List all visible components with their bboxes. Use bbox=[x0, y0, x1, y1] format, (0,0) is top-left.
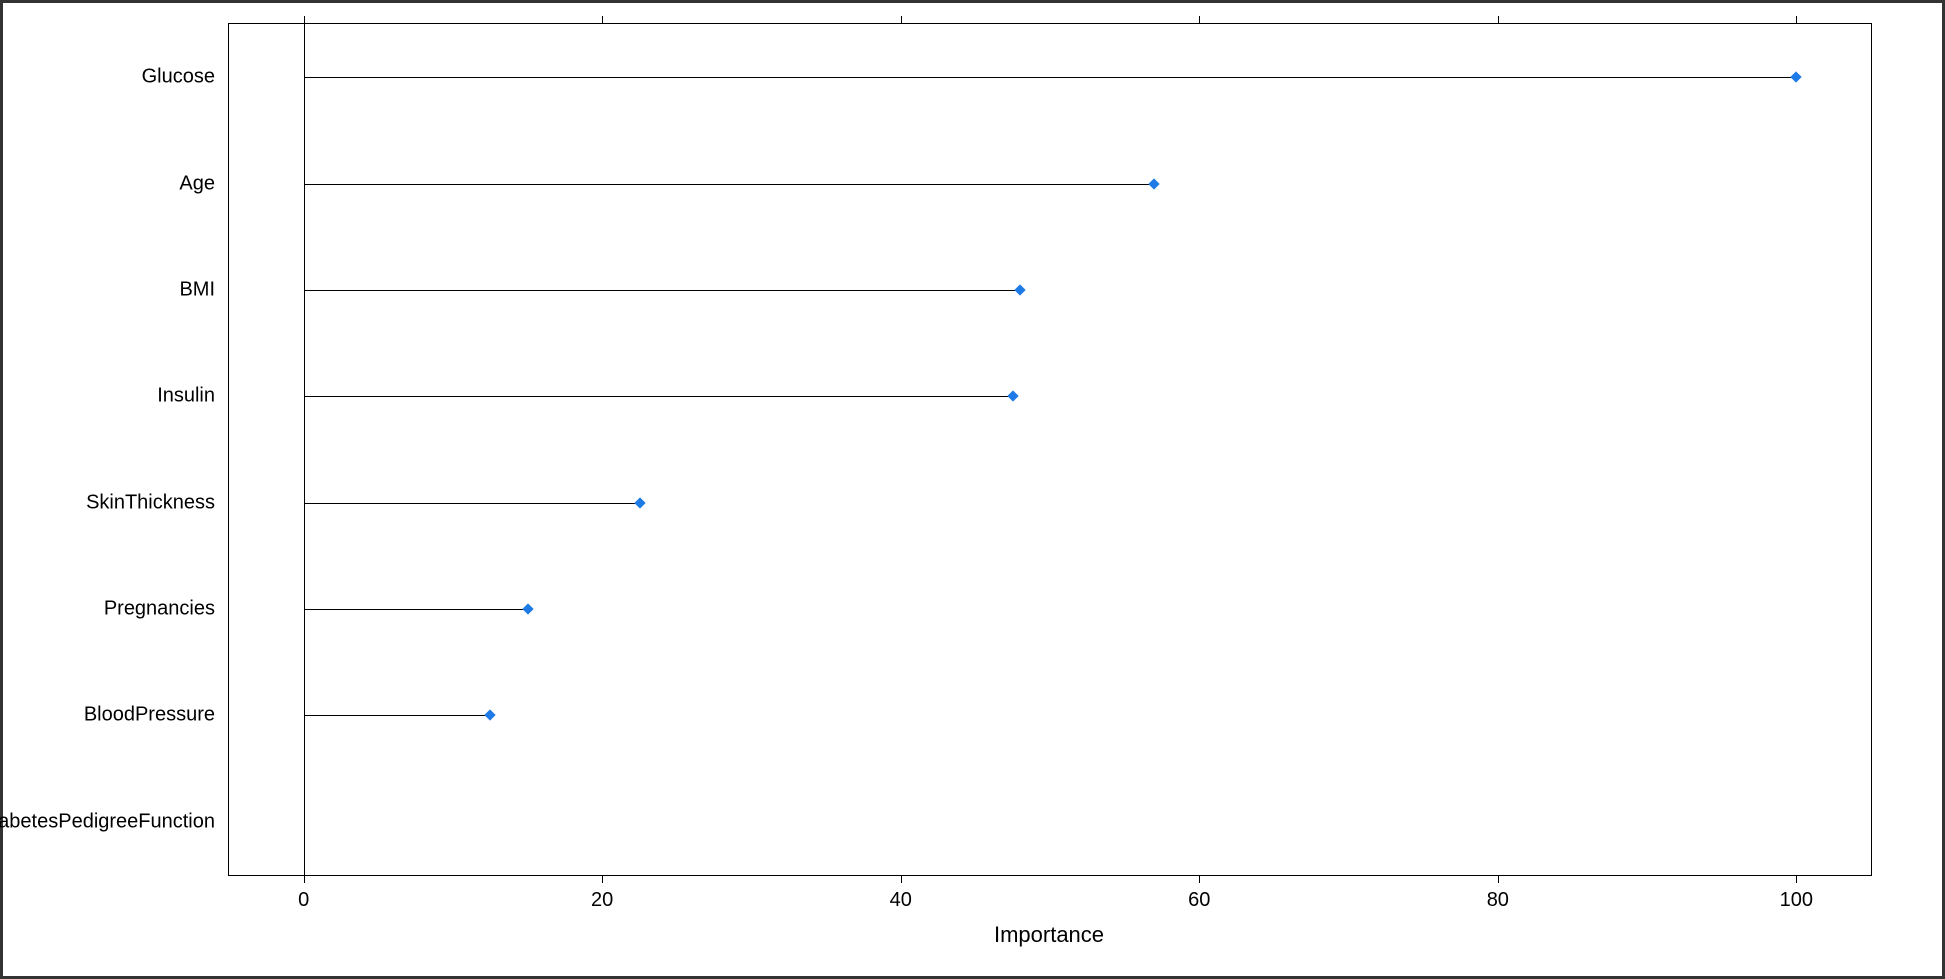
category-label: Pregnancies bbox=[104, 598, 215, 621]
lollipop-stem bbox=[304, 715, 491, 716]
x-tick-bottom bbox=[304, 875, 305, 883]
lollipop-stem bbox=[304, 503, 640, 504]
x-tick-top bbox=[602, 16, 603, 24]
lollipop-stem bbox=[304, 396, 1013, 397]
lollipop-dot bbox=[634, 497, 645, 508]
lollipop-dot bbox=[1149, 178, 1160, 189]
chart-frame: 0 20 40 60 80 100 Glucose Age BMI Insulin SkinThic… bbox=[0, 0, 1945, 979]
category-label: DiabetesPedigreeFunction bbox=[0, 810, 215, 833]
x-tick-top bbox=[304, 16, 305, 24]
x-tick-top bbox=[1498, 16, 1499, 24]
x-tick-label: 20 bbox=[591, 889, 613, 912]
lollipop-dot bbox=[522, 603, 533, 614]
category-label: Glucose bbox=[142, 66, 215, 89]
x-tick-top bbox=[901, 16, 902, 24]
zero-reference-line bbox=[304, 24, 305, 875]
x-tick-bottom bbox=[1199, 875, 1200, 883]
x-tick-label: 0 bbox=[298, 889, 309, 912]
category-label: BloodPressure bbox=[84, 704, 215, 727]
x-tick-bottom bbox=[901, 875, 902, 883]
x-tick-bottom bbox=[1498, 875, 1499, 883]
lollipop-stem bbox=[304, 290, 1021, 291]
x-tick-bottom bbox=[1796, 875, 1797, 883]
x-tick-bottom bbox=[602, 875, 603, 883]
x-tick-label: 80 bbox=[1487, 889, 1509, 912]
lollipop-stem bbox=[304, 77, 1797, 78]
x-tick-label: 40 bbox=[890, 889, 912, 912]
x-tick-top bbox=[1199, 16, 1200, 24]
lollipop-stem bbox=[304, 184, 1155, 185]
lollipop-dot bbox=[485, 710, 496, 721]
plot-area: 020406080100GlucoseAgeBMIInsulinSkinThic… bbox=[228, 23, 1872, 876]
x-axis-label: Importance bbox=[994, 922, 1104, 948]
category-label: Age bbox=[179, 172, 215, 195]
category-label: SkinThickness bbox=[86, 491, 215, 514]
category-label: BMI bbox=[179, 278, 215, 301]
x-tick-label: 60 bbox=[1188, 889, 1210, 912]
lollipop-dot bbox=[1007, 391, 1018, 402]
lollipop-dot bbox=[1791, 72, 1802, 83]
x-tick-label: 100 bbox=[1780, 889, 1813, 912]
lollipop-dot bbox=[1014, 284, 1025, 295]
x-tick-top bbox=[1796, 16, 1797, 24]
category-label: Insulin bbox=[157, 385, 215, 408]
lollipop-stem bbox=[304, 609, 528, 610]
